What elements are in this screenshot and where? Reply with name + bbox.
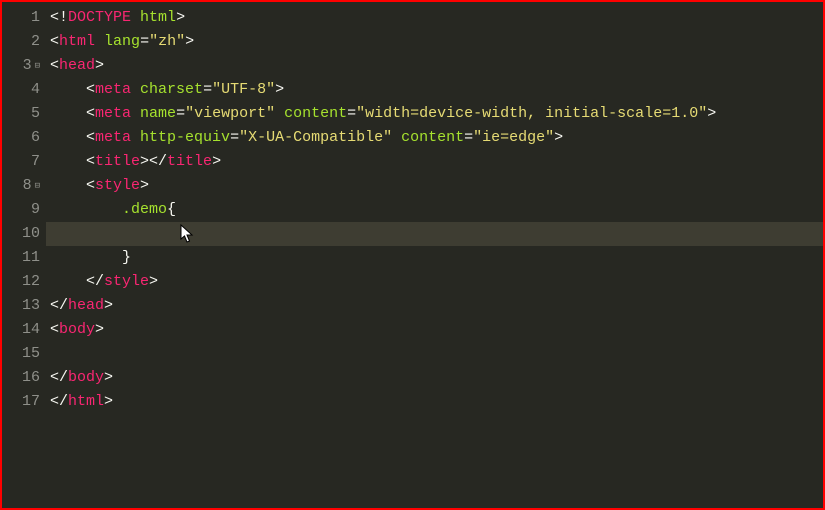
code-line[interactable]: <html lang="zh"> bbox=[46, 30, 823, 54]
code-line[interactable] bbox=[46, 342, 823, 366]
code-line[interactable]: <body> bbox=[46, 318, 823, 342]
code-line[interactable]: } bbox=[46, 246, 823, 270]
code-line[interactable]: <style> bbox=[46, 174, 823, 198]
line-number: 14 bbox=[2, 318, 46, 342]
line-number: 10 bbox=[2, 222, 46, 246]
line-number: 9 bbox=[2, 198, 46, 222]
code-line[interactable]: <head> bbox=[46, 54, 823, 78]
line-number: 1 bbox=[2, 6, 46, 30]
code-line[interactable]: <title></title> bbox=[46, 150, 823, 174]
line-number: 13 bbox=[2, 294, 46, 318]
code-line[interactable]: <!DOCTYPE html> bbox=[46, 6, 823, 30]
code-line[interactable]: <meta charset="UTF-8"> bbox=[46, 78, 823, 102]
line-number: 11 bbox=[2, 246, 46, 270]
code-area[interactable]: <!DOCTYPE html><html lang="zh"><head> <m… bbox=[46, 2, 823, 508]
line-number: 3⊟ bbox=[2, 54, 46, 78]
line-number: 8⊟ bbox=[2, 174, 46, 198]
code-line[interactable] bbox=[46, 222, 823, 246]
code-line[interactable]: <meta name="viewport" content="width=dev… bbox=[46, 102, 823, 126]
code-editor[interactable]: 123⊟45678⊟91011121314151617 <!DOCTYPE ht… bbox=[2, 2, 823, 508]
code-line[interactable]: </html> bbox=[46, 390, 823, 414]
fold-marker-icon[interactable]: ⊟ bbox=[35, 182, 40, 191]
line-number-gutter: 123⊟45678⊟91011121314151617 bbox=[2, 2, 46, 508]
code-line[interactable]: </head> bbox=[46, 294, 823, 318]
fold-marker-icon[interactable]: ⊟ bbox=[35, 62, 40, 71]
line-number: 6 bbox=[2, 126, 46, 150]
line-number: 5 bbox=[2, 102, 46, 126]
line-number: 12 bbox=[2, 270, 46, 294]
line-number: 2 bbox=[2, 30, 46, 54]
line-number: 15 bbox=[2, 342, 46, 366]
code-line[interactable]: </style> bbox=[46, 270, 823, 294]
line-number: 4 bbox=[2, 78, 46, 102]
line-number: 7 bbox=[2, 150, 46, 174]
code-line[interactable]: <meta http-equiv="X-UA-Compatible" conte… bbox=[46, 126, 823, 150]
code-line[interactable]: </body> bbox=[46, 366, 823, 390]
line-number: 16 bbox=[2, 366, 46, 390]
code-line[interactable]: .demo{ bbox=[46, 198, 823, 222]
line-number: 17 bbox=[2, 390, 46, 414]
